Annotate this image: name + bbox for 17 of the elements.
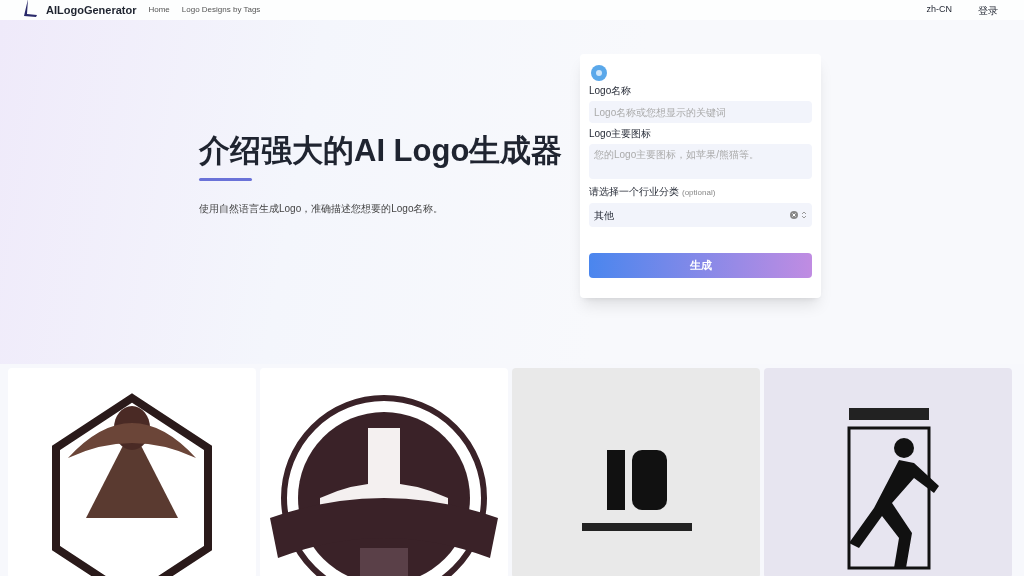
field-label: Logo名称 bbox=[589, 85, 633, 97]
nav-link[interactable]: Logo Designs by Tags bbox=[181, 4, 261, 16]
input-field[interactable]: Logo名称或您想显示的关键词 bbox=[589, 101, 812, 123]
hero-title: 介绍强大的AI Logo生成器 bbox=[199, 132, 564, 170]
text-area[interactable]: 您的Logo主要图标，如苹果/熊猫等。 bbox=[589, 144, 812, 179]
optional-hint: (optional) bbox=[682, 187, 716, 199]
nav-link[interactable]: Home bbox=[148, 4, 170, 16]
language-selector[interactable]: zh-CN bbox=[926, 3, 952, 17]
category-select[interactable]: 其他 bbox=[589, 203, 812, 227]
clear-icon[interactable] bbox=[790, 211, 798, 219]
logo-icon[interactable] bbox=[24, 0, 38, 17]
hero-subtitle: 使用自然语言生成Logo，准确描述您想要的Logo名称。 bbox=[199, 202, 445, 216]
chevron-icon bbox=[801, 211, 807, 219]
login-link[interactable]: 登录 bbox=[978, 2, 998, 18]
brand-name[interactable]: AILogoGenerator bbox=[46, 1, 137, 19]
field-label: 请选择一个行业分类 bbox=[589, 186, 679, 198]
field-label: Logo主要图标 bbox=[589, 128, 653, 140]
